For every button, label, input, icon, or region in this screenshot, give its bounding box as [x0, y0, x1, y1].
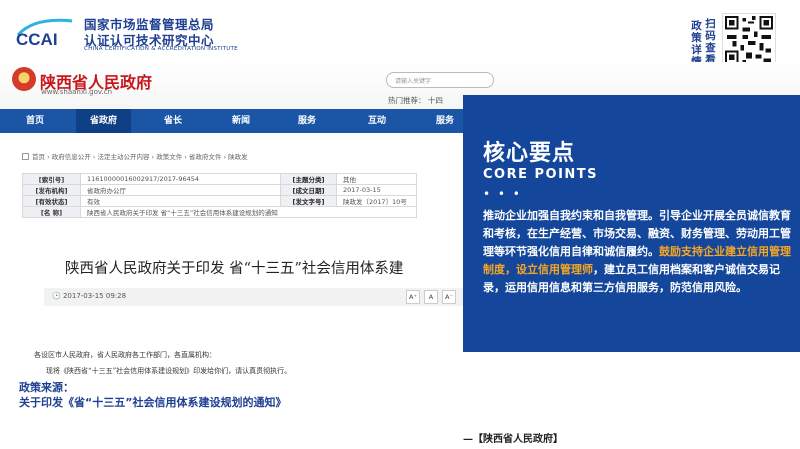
- meta-key: [主题分类]: [280, 173, 337, 185]
- nav-item-province-gov[interactable]: 省政府: [76, 109, 132, 133]
- page-footer: 政策来源： 关于印发《省“十三五”社会信用体系建设规划的通知》 —【陕西省人民政…: [0, 375, 800, 449]
- table-row: [索引号] 11610000016002917/2017-96454 [主题分类…: [22, 173, 417, 185]
- meta-key: [成文日期]: [280, 184, 337, 196]
- site-search-input[interactable]: 请输入关键字: [386, 72, 494, 88]
- nav-item-news[interactable]: 新闻: [232, 109, 250, 133]
- meta-value: 省政府办公厅: [80, 184, 281, 196]
- hot-recommendations: 热门推荐： 十四: [388, 96, 443, 105]
- source-label: 政策来源：: [19, 381, 74, 394]
- meta-key: [名 称]: [22, 206, 81, 218]
- publish-date: 🕒 2017-03-15 09:28: [52, 292, 127, 300]
- table-row: [名 称] 陕西省人民政府关于印发 省“十三五”社会信用体系建设规划的通知: [22, 206, 417, 218]
- nav-item-governor[interactable]: 省长: [164, 109, 182, 133]
- core-points-title-en: CORE POINTS: [483, 167, 599, 182]
- date-bar: 🕒 2017-03-15 09:28 A⁺ A A⁻: [44, 288, 464, 306]
- document-body-line: 现将《陕西省“十三五”社会信用体系建设规划》印发给你们，请认真贯彻执行。: [46, 367, 292, 375]
- meta-value: 11610000016002917/2017-96454: [80, 173, 281, 185]
- document-meta-table: [索引号] 11610000016002917/2017-96454 [主题分类…: [22, 173, 417, 218]
- scan-hint-col2: 扫码查看: [705, 18, 716, 66]
- meta-value: 有效: [80, 195, 281, 207]
- meta-key: [发布机构]: [22, 184, 81, 196]
- document-body-line: 各设区市人民政府，省人民政府各工作部门，各直属机构：: [34, 351, 216, 359]
- source-org: —【陕西省人民政府】: [463, 434, 563, 445]
- font-normal-button[interactable]: A: [424, 290, 438, 304]
- page-header: CCAI 国家市场监督管理总局 认证认可技术研究中心 CHINA CERTIFI…: [0, 0, 800, 68]
- meta-value: 2017-03-15: [336, 184, 417, 196]
- table-row: [有效状态] 有效 [发文字号] 陕政发〔2017〕10号: [22, 195, 417, 207]
- meta-key: [有效状态]: [22, 195, 81, 207]
- nav-item-interaction[interactable]: 互动: [368, 109, 386, 133]
- meta-key: [发文字号]: [280, 195, 337, 207]
- home-icon: [22, 153, 29, 160]
- core-points-body: 推动企业加强自我约束和自我管理。引导企业开展全员诚信教育和考核，在生产经营、市场…: [483, 207, 799, 297]
- meta-value: 陕西省人民政府关于印发 省“十三五”社会信用体系建设规划的通知: [80, 206, 417, 218]
- national-emblem-icon: [12, 67, 36, 91]
- breadcrumb: 首页 › 政府信息公开 › 法定主动公开内容 › 政策文件 › 省政府文件 › …: [22, 151, 248, 161]
- nav-item-service-2[interactable]: 服务: [436, 109, 454, 133]
- scan-hint-col1: 政策详情: [691, 20, 702, 68]
- qr-code-icon[interactable]: [722, 13, 776, 67]
- document-title: 陕西省人民政府关于印发 省“十三五”社会信用体系建: [65, 261, 404, 277]
- core-points-panel: 核心要点 CORE POINTS • • • 推动企业加强自我约束和自我管理。引…: [463, 95, 800, 352]
- nav-item-service[interactable]: 服务: [298, 109, 316, 133]
- meta-value: 其他: [336, 173, 417, 185]
- font-smaller-button[interactable]: A⁻: [442, 290, 456, 304]
- meta-key: [索引号]: [22, 173, 81, 185]
- font-larger-button[interactable]: A⁺: [406, 290, 420, 304]
- decorative-dots: • • •: [483, 187, 522, 201]
- source-title[interactable]: 关于印发《省“十三五”社会信用体系建设规划的通知》: [19, 394, 286, 410]
- site-url: www.shaanxi.gov.cn: [41, 88, 113, 96]
- ccai-logo-icon: CCAI: [16, 18, 73, 49]
- meta-value: 陕政发〔2017〕10号: [336, 195, 417, 207]
- logo-text: CCAI: [16, 30, 58, 49]
- table-row: [发布机构] 省政府办公厅 [成文日期] 2017-03-15: [22, 184, 417, 196]
- core-points-title: 核心要点: [483, 141, 576, 166]
- breadcrumb-text[interactable]: 首页 › 政府信息公开 › 法定主动公开内容 › 政策文件 › 省政府文件 › …: [32, 153, 248, 161]
- org-english-name: CHINA CERTIFICATION & ACCREDITATION INST…: [84, 46, 238, 52]
- nav-item-home[interactable]: 首页: [26, 109, 44, 133]
